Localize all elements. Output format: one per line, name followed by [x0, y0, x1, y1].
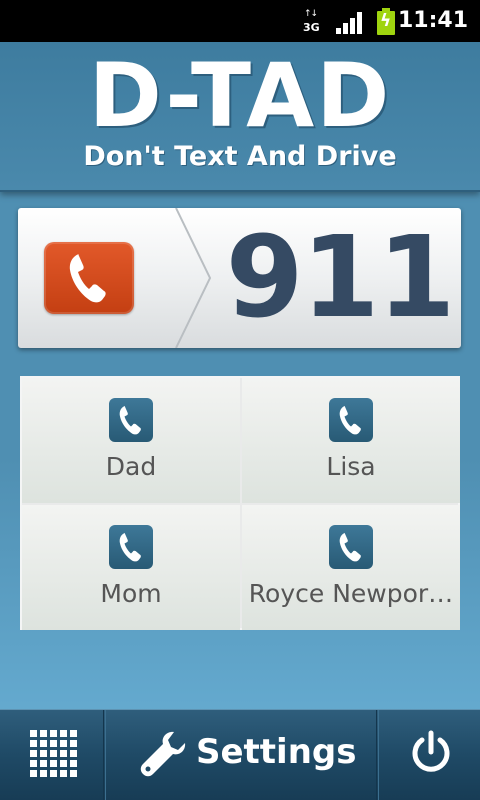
- contact-name: Dad: [105, 452, 157, 481]
- app-header: D-TAD Don't Text And Drive: [0, 42, 480, 192]
- power-button[interactable]: [378, 710, 480, 800]
- contact-tile-lisa[interactable]: Lisa: [242, 378, 460, 503]
- emergency-phone-icon: [44, 242, 134, 314]
- network-type: 3G: [303, 21, 320, 34]
- phone-icon: [109, 525, 153, 569]
- wrench-icon: [140, 731, 186, 777]
- bottom-toolbar: Settings: [0, 709, 480, 800]
- grid-icon: [30, 730, 77, 777]
- phone-icon: [329, 398, 373, 442]
- app-tagline: Don't Text And Drive: [83, 141, 397, 172]
- contact-name: Mom: [100, 579, 162, 608]
- contact-name: Royce Newpor…: [248, 579, 454, 608]
- settings-button[interactable]: Settings: [105, 710, 377, 800]
- contact-tile-dad[interactable]: Dad: [22, 378, 240, 503]
- phone-icon: [329, 525, 373, 569]
- app-logo: D-TAD: [88, 44, 392, 147]
- emergency-number: 911: [225, 213, 456, 343]
- contact-name: Lisa: [326, 452, 376, 481]
- apps-button[interactable]: [0, 710, 104, 800]
- contact-tile-royce[interactable]: Royce Newpor…: [242, 505, 460, 630]
- status-time: 11:41: [397, 8, 468, 33]
- contacts-grid: Dad Lisa Mom Royce Newpor…: [20, 376, 460, 630]
- power-icon: [412, 730, 450, 772]
- status-bar: ↑↓ 3G ϟ 11:41: [0, 0, 480, 42]
- contact-tile-mom[interactable]: Mom: [22, 505, 240, 630]
- app-screen: D-TAD Don't Text And Drive 911 Dad Lisa: [0, 42, 480, 800]
- signal-icon: [336, 12, 362, 34]
- emergency-call-button[interactable]: 911: [18, 208, 461, 348]
- phone-icon: [109, 398, 153, 442]
- battery-charging-icon: ϟ: [376, 8, 396, 36]
- network-icon: ↑↓ 3G: [303, 9, 320, 34]
- settings-label: Settings: [196, 732, 357, 772]
